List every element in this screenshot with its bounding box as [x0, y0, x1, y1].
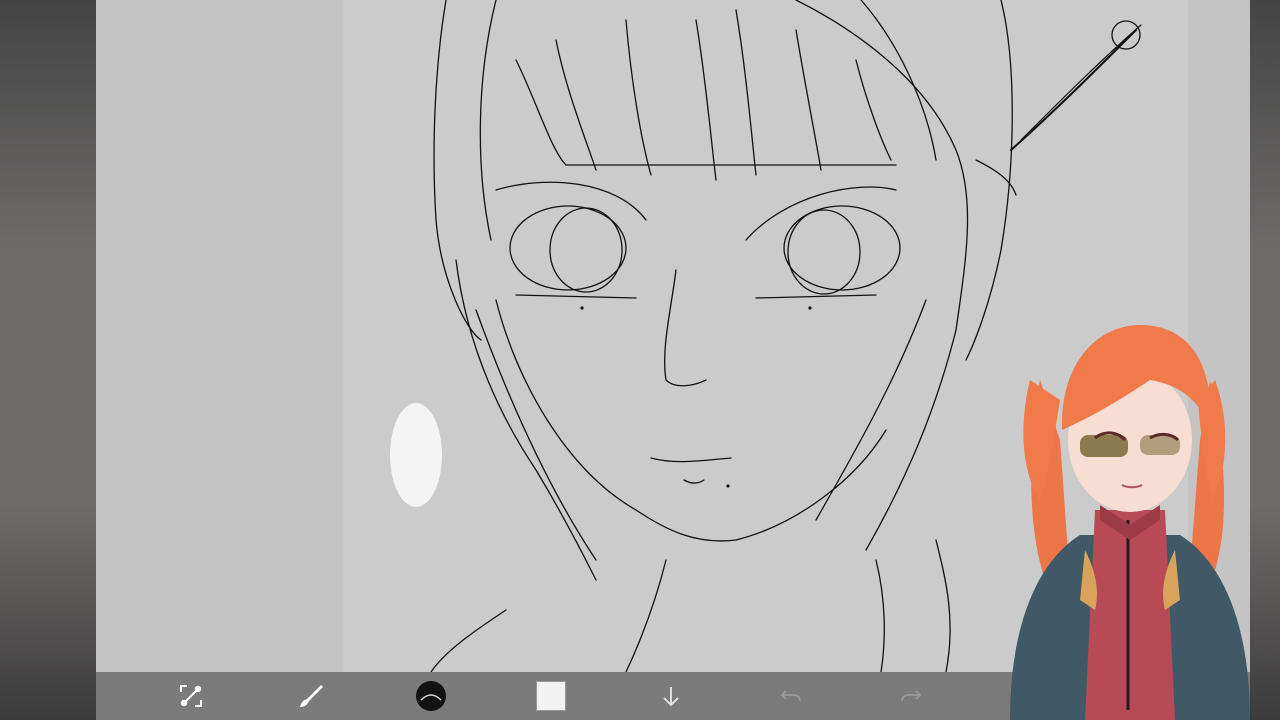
arrow-down-icon [663, 687, 679, 707]
undo-icon [780, 690, 801, 702]
background-wall-left [0, 0, 96, 720]
redo-button[interactable] [887, 672, 935, 720]
redo-icon [901, 690, 922, 702]
brush-preview-icon [416, 681, 446, 711]
current-color-swatch [536, 681, 566, 711]
color-swatch[interactable] [527, 672, 575, 720]
undo-button[interactable] [767, 672, 815, 720]
brush-tool[interactable] [287, 672, 335, 720]
brush-icon [300, 685, 323, 707]
transform-tool[interactable] [167, 672, 215, 720]
brush-size-preview[interactable] [407, 672, 455, 720]
vtuber-avatar [1010, 325, 1250, 720]
layer-menu[interactable] [647, 672, 695, 720]
transform-icon [180, 685, 202, 707]
brush-cursor-preview [390, 403, 442, 507]
